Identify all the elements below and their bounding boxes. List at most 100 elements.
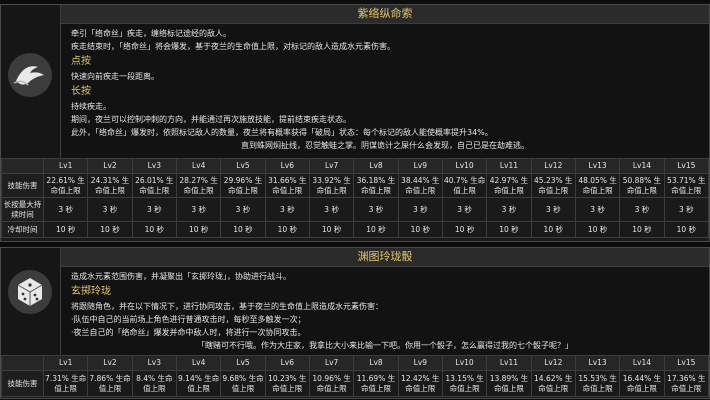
damage-cell: 31.66% 生命值上限	[264, 173, 310, 198]
damage-cell: 17.36% 生命值上限	[663, 370, 710, 397]
duration-cell: 3 秒	[530, 197, 576, 222]
level-header: Lv3	[131, 355, 177, 371]
duration-cell: 3 秒	[574, 197, 621, 222]
damage-cell: 22.61% 生命值上限	[42, 173, 89, 198]
damage-cell: 45.23% 生命值上限	[530, 173, 576, 198]
duration-cell: 3 秒	[131, 197, 177, 222]
skill-level-table: Lv1 Lv2 Lv3 Lv4 Lv5 Lv6 Lv7 Lv8 Lv9 Lv10…	[1, 158, 710, 238]
level-header: Lv6	[264, 158, 310, 174]
damage-cell: 12.42% 生命值上限	[397, 370, 443, 397]
damage-row: 技能伤害 22.61% 生命值上限 24.31% 生命值上限 26.01% 生命…	[1, 173, 710, 198]
damage-cell: 10.96% 生命值上限	[308, 370, 355, 397]
cooldown-cell: 10 秒	[264, 221, 310, 238]
duration-cell: 3 秒	[220, 197, 266, 222]
level-header: Lv15	[663, 355, 710, 371]
skill-level-table: Lv1 Lv2 Lv3 Lv4 Lv5 Lv6 Lv7 Lv8 Lv9 Lv10…	[1, 355, 710, 397]
cooldown-cell: 10 秒	[87, 221, 133, 238]
desc-line: ·队伍中自己的当前场上角色进行普通攻击时，每秒至多触发一次；	[71, 315, 306, 324]
duration-cell: 3 秒	[486, 197, 532, 222]
damage-cell: 48.05% 生命值上限	[574, 173, 621, 198]
duration-cell: 3 秒	[308, 197, 355, 222]
duration-cell: 3 秒	[175, 197, 222, 222]
hold-heading: 长按	[71, 86, 91, 97]
level-header: Lv13	[574, 158, 621, 174]
hold-line: 持续疾走。	[71, 102, 111, 111]
skill-title: 紫络纵命索	[61, 5, 709, 24]
damage-cell: 7.86% 生命值上限	[87, 370, 133, 397]
skill-title: 渊图玲珑骰	[61, 248, 709, 267]
level-header: Lv9	[397, 158, 443, 174]
damage-cell: 7.31% 生命值上限	[42, 370, 89, 397]
level-header: Lv11	[486, 158, 532, 174]
damage-cell: 24.31% 生命值上限	[87, 173, 133, 198]
row-label: 长按最大持续时间	[1, 197, 44, 222]
level-header: Lv9	[397, 355, 443, 371]
lifeline-skill-icon	[8, 53, 52, 97]
damage-cell: 8.4% 生命值上限	[131, 370, 177, 397]
duration-cell: 3 秒	[353, 197, 399, 222]
cooldown-cell: 10 秒	[530, 221, 576, 238]
intro-line: 疾走结束时，「络命丝」将会爆发，基于夜兰的生命值上限，对标记的敌人造成水元素伤害…	[71, 42, 395, 51]
desc-line: 将跟随角色，并在以下情况下，进行协同攻击，基于夜兰的生命值上限造成水元素伤害：	[71, 302, 383, 311]
cooldown-cell: 10 秒	[663, 221, 710, 238]
level-header: Lv4	[175, 355, 222, 371]
flavor-text: 直到蛛网焖扯线，忍觉触蛙之掌。阴谋诡计之屎什么会发现，自己已是在劫难逃。	[241, 141, 529, 150]
level-header: Lv2	[87, 158, 133, 174]
duration-cell: 3 秒	[441, 197, 488, 222]
damage-cell: 11.69% 生命值上限	[353, 370, 399, 397]
duration-cell: 3 秒	[663, 197, 710, 222]
sub-heading: 玄掷玲珑	[71, 286, 111, 297]
level-header: Lv7	[308, 158, 355, 174]
intro-line: 造成水元素范围伤害，并凝聚出「玄掷玲珑」，协助进行战斗。	[71, 272, 291, 281]
damage-cell: 28.27% 生命值上限	[175, 173, 222, 198]
cooldown-cell: 10 秒	[353, 221, 399, 238]
tap-heading: 点按	[71, 56, 91, 67]
skill-panel-dice: 渊图玲珑骰 造成水元素范围伤害，并凝聚出「玄掷玲珑」，协助进行战斗。 玄掷玲珑 …	[0, 247, 710, 399]
skill-description: 造成水元素范围伤害，并凝聚出「玄掷玲珑」，协助进行战斗。 玄掷玲珑 将跟随角色，…	[61, 267, 709, 355]
skill-description: 牵引「络命丝」疾走，缠络标记途经的敌人。 疾走结束时，「络命丝」将会爆发，基于夜…	[61, 24, 709, 158]
level-header-row: Lv1 Lv2 Lv3 Lv4 Lv5 Lv6 Lv7 Lv8 Lv9 Lv10…	[1, 355, 710, 371]
tap-desc: 快速向前疾走一段距离。	[71, 72, 159, 81]
cooldown-row: 冷却时间 10 秒 10 秒 10 秒 10 秒 10 秒 10 秒 10 秒 …	[1, 221, 710, 238]
duration-row: 长按最大持续时间 3 秒 3 秒 3 秒 3 秒 3 秒 3 秒 3 秒 3 秒…	[1, 197, 710, 222]
cooldown-cell: 10 秒	[175, 221, 222, 238]
damage-cell: 42.97% 生命值上限	[486, 173, 532, 198]
level-header: Lv1	[42, 158, 89, 174]
desc-line: ·夜兰自己的「络命丝」爆发并命中敌人时，将进行一次协同攻击。	[71, 328, 306, 337]
damage-cell: 29.96% 生命值上限	[220, 173, 266, 198]
duration-cell: 3 秒	[619, 197, 665, 222]
skill-icon-cell	[1, 5, 61, 158]
damage-cell: 16.44% 生命值上限	[619, 370, 665, 397]
cooldown-cell: 10 秒	[574, 221, 621, 238]
duration-cell: 3 秒	[42, 197, 89, 222]
cooldown-cell: 10 秒	[441, 221, 488, 238]
level-header: Lv12	[530, 355, 576, 371]
row-label: 技能伤害	[1, 370, 44, 397]
level-header: Lv5	[220, 355, 266, 371]
level-header: Lv8	[353, 158, 399, 174]
damage-cell: 14.62% 生命值上限	[530, 370, 576, 397]
duration-cell: 3 秒	[87, 197, 133, 222]
cooldown-cell: 10 秒	[220, 221, 266, 238]
dice-burst-icon	[8, 270, 52, 314]
row-label: 冷却时间	[1, 221, 44, 238]
level-header: Lv2	[87, 355, 133, 371]
damage-cell: 10.23% 生命值上限	[264, 370, 310, 397]
level-header: Lv5	[220, 158, 266, 174]
damage-cell: 13.89% 生命值上限	[486, 370, 532, 397]
damage-cell: 26.01% 生命值上限	[131, 173, 177, 198]
level-header: Lv3	[131, 158, 177, 174]
damage-cell: 36.18% 生命值上限	[353, 173, 399, 198]
hold-line: 期间，夜兰可以控制冲刺的方向，并能通过再次施放技能，提前结束疾走状态。	[71, 115, 351, 124]
level-header: Lv10	[441, 158, 488, 174]
damage-cell: 50.88% 生命值上限	[619, 173, 665, 198]
level-header: Lv12	[530, 158, 576, 174]
level-header: Lv13	[574, 355, 621, 371]
flavor-text: 「瞎赌可不行哦。作为大庄家，我拿比大小来比输一下吧。你用一个骰子，怎么赢得过我的…	[197, 341, 573, 350]
damage-cell: 13.15% 生命值上限	[441, 370, 488, 397]
hold-line: 此外，「络命丝」爆发时，依照标记敌人的数量，夜兰将有概率获得「破局」状态：每个标…	[71, 128, 493, 137]
level-header: Lv4	[175, 158, 222, 174]
damage-cell: 9.14% 生命值上限	[175, 370, 222, 397]
level-header: Lv11	[486, 355, 532, 371]
cooldown-cell: 10 秒	[42, 221, 89, 238]
